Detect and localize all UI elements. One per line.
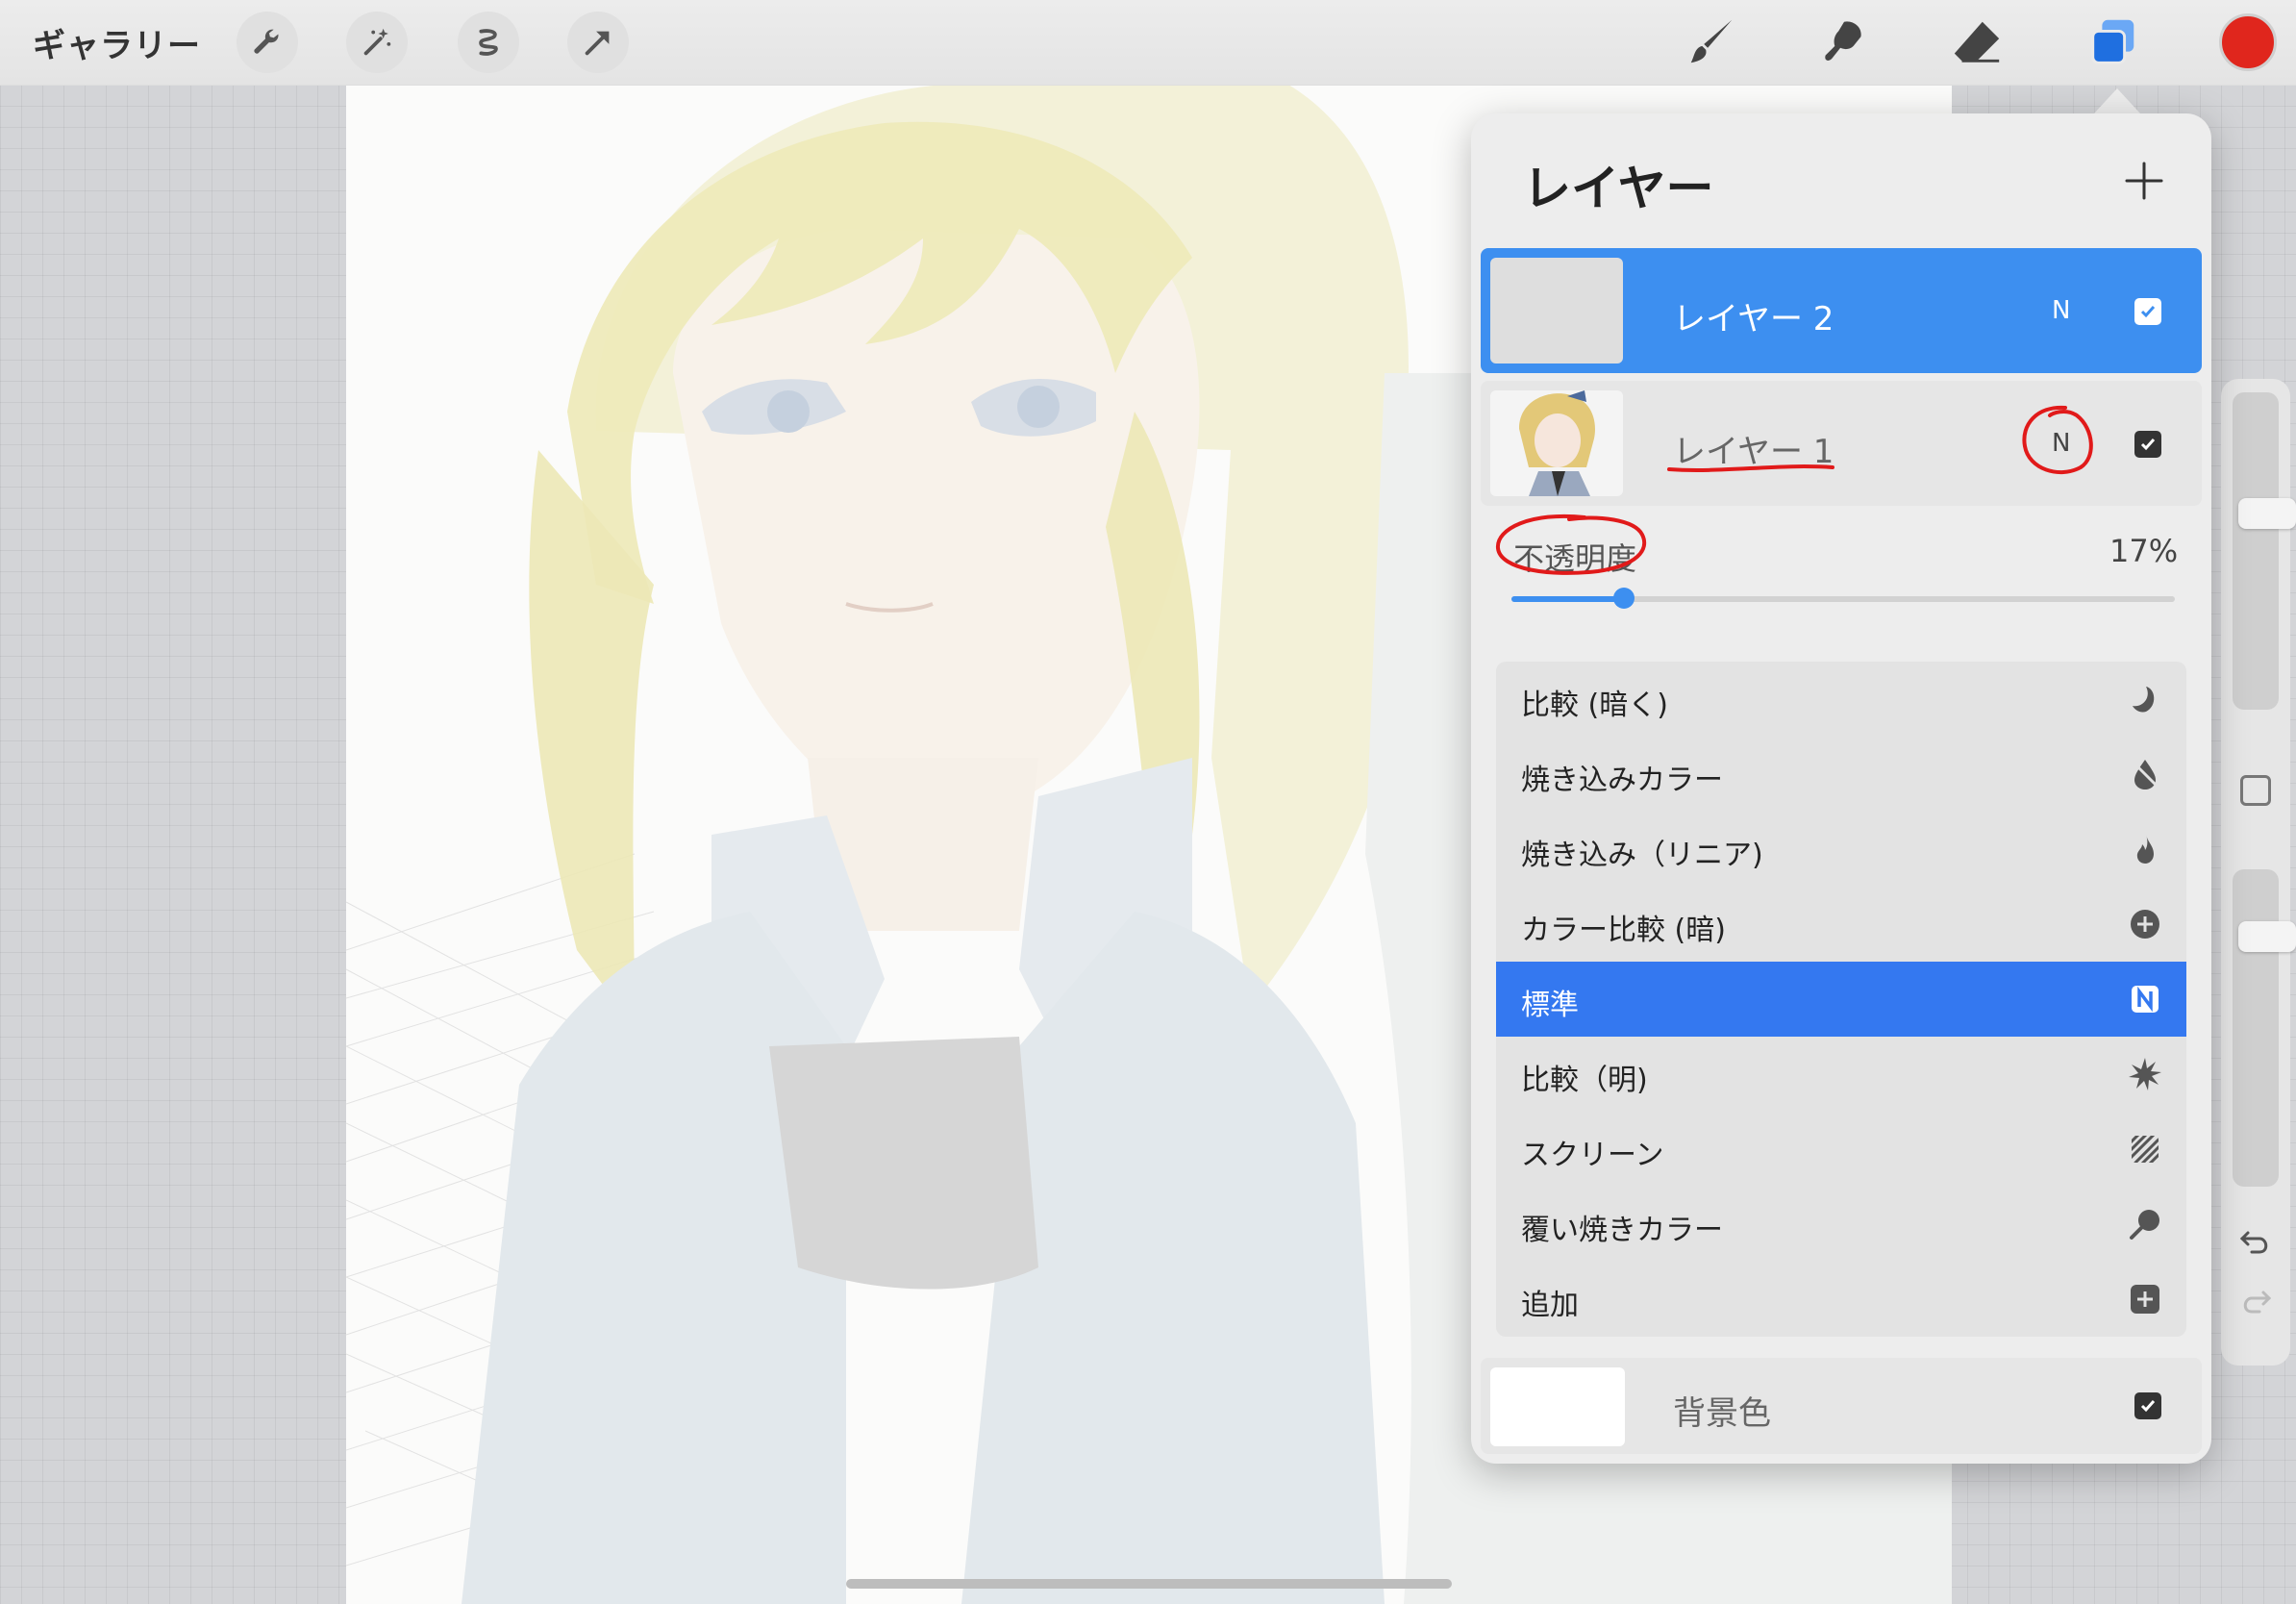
blend-mode-label: 比較（明) <box>1521 1064 1648 1097</box>
blend-mode-label: 焼き込みカラー <box>1521 764 1723 797</box>
background-color-label: 背景色 <box>1673 1394 1771 1433</box>
blend-mode-label: スクリーン <box>1521 1139 1664 1172</box>
modify-button[interactable] <box>2240 775 2271 806</box>
layer-row-1[interactable]: レイヤー 1 N <box>1481 381 2202 506</box>
blend-mode-list: 比較 (暗く) 焼き込みカラー 焼き込み（リニア) カラー比較 (暗) 標準 比… <box>1496 662 2186 1337</box>
transform-button[interactable] <box>567 12 629 73</box>
layer-thumbnail <box>1490 390 1623 496</box>
opacity-slider-knob[interactable] <box>1613 588 1635 609</box>
blend-mode-item[interactable]: スクリーン <box>1496 1112 2186 1187</box>
smudge-icon <box>1825 21 1861 61</box>
blend-mode-item[interactable]: 比較 (暗く) <box>1496 662 2186 737</box>
checkmark-icon <box>2140 439 2156 451</box>
blend-mode-label: 標準 <box>1521 989 1579 1022</box>
layer-visibility-checkbox[interactable] <box>2134 298 2161 325</box>
plus-icon[interactable] <box>2121 158 2167 204</box>
layer-blend-mode-button[interactable]: N <box>2052 296 2070 325</box>
plus-square-icon <box>2131 1285 2159 1314</box>
stripes-icon <box>2132 1136 2159 1163</box>
opacity-label: 不透明度 <box>1513 540 1637 577</box>
selection-button[interactable] <box>458 12 519 73</box>
wrench-icon <box>254 29 279 54</box>
layers-button[interactable] <box>2084 13 2142 71</box>
blend-mode-label: 焼き込み（リニア) <box>1521 839 1763 872</box>
brush-tool-button[interactable] <box>1683 13 1740 71</box>
blend-mode-label: 覆い焼きカラー <box>1521 1214 1723 1247</box>
layers-icon <box>2091 19 2134 64</box>
blend-mode-item-selected[interactable]: 標準 <box>1496 962 2186 1037</box>
blend-mode-item[interactable]: 追加 <box>1496 1262 2186 1337</box>
checkmark-icon <box>2140 306 2156 318</box>
background-color-swatch <box>1490 1367 1625 1446</box>
layer-blend-mode-button[interactable]: N <box>2052 429 2070 458</box>
opacity-slider[interactable] <box>1511 588 2175 609</box>
eraser-tool-button[interactable] <box>1948 13 2006 71</box>
adjustments-button[interactable] <box>346 12 408 73</box>
brush-size-thumb[interactable] <box>2238 498 2296 530</box>
blend-mode-label: カラー比較 (暗) <box>1521 914 1726 947</box>
actions-button[interactable] <box>237 12 298 73</box>
plus-circle-icon <box>2131 910 2159 939</box>
layer-row-2[interactable]: レイヤー 2 N <box>1481 248 2202 373</box>
brush-size-slider[interactable] <box>2233 392 2296 710</box>
blend-mode-label: 追加 <box>1521 1289 1579 1322</box>
opacity-slider-fill <box>1511 596 1625 602</box>
background-color-row[interactable]: 背景色 <box>1481 1358 2202 1454</box>
selection-icon <box>479 29 498 56</box>
layer-thumbnail <box>1490 258 1623 363</box>
opacity-value: 17% <box>2109 533 2179 569</box>
undo-icon[interactable] <box>2238 1223 2273 1258</box>
panel-pointer <box>2094 88 2140 113</box>
blend-mode-item[interactable]: 焼き込みカラー <box>1496 737 2186 812</box>
layers-panel-title: レイヤー <box>1523 161 1714 216</box>
magic-wand-icon <box>363 28 391 56</box>
checkmark-icon <box>2140 1400 2156 1413</box>
blend-mode-item[interactable]: 覆い焼きカラー <box>1496 1187 2186 1262</box>
layer-name: レイヤー 1 <box>1673 433 1834 471</box>
n-badge-icon <box>2132 986 2159 1013</box>
blend-mode-label: 比較 (暗く) <box>1521 689 1668 722</box>
blend-mode-item[interactable]: 焼き込み（リニア) <box>1496 812 2186 887</box>
layer-artwork-thumbnail <box>1519 390 1595 496</box>
brush-icon <box>1690 19 1733 63</box>
background-visibility-checkbox[interactable] <box>2134 1392 2161 1419</box>
gallery-button[interactable]: ギャラリー <box>33 19 201 66</box>
blend-mode-item[interactable]: 比較（明) <box>1496 1037 2186 1112</box>
burn-drop-icon <box>2131 760 2159 789</box>
layer-name: レイヤー 2 <box>1673 300 1834 338</box>
smudge-tool-button[interactable] <box>1815 13 1873 71</box>
dodge-icon <box>2130 1210 2159 1240</box>
transform-arrow-icon <box>585 31 610 56</box>
eraser-icon <box>1954 21 2000 63</box>
home-indicator <box>846 1579 1452 1589</box>
layers-panel: レイヤー レイヤー 2 N レイヤー 1 N 不透明度 17% 比較 (暗く) … <box>1471 113 2211 1464</box>
top-toolbar: ギャラリー <box>0 0 2296 86</box>
redo-icon[interactable] <box>2238 1283 2273 1317</box>
color-picker-button[interactable] <box>2219 13 2277 71</box>
brush-opacity-slider[interactable] <box>2233 869 2296 1187</box>
sun-burst-icon <box>2129 1058 2161 1090</box>
moon-icon <box>2133 687 2155 713</box>
layer-visibility-checkbox[interactable] <box>2134 431 2161 458</box>
blend-mode-item[interactable]: カラー比較 (暗) <box>1496 887 2186 962</box>
side-slider-bar <box>2221 379 2296 1366</box>
brush-opacity-thumb[interactable] <box>2238 920 2296 952</box>
flame-icon <box>2136 835 2154 864</box>
